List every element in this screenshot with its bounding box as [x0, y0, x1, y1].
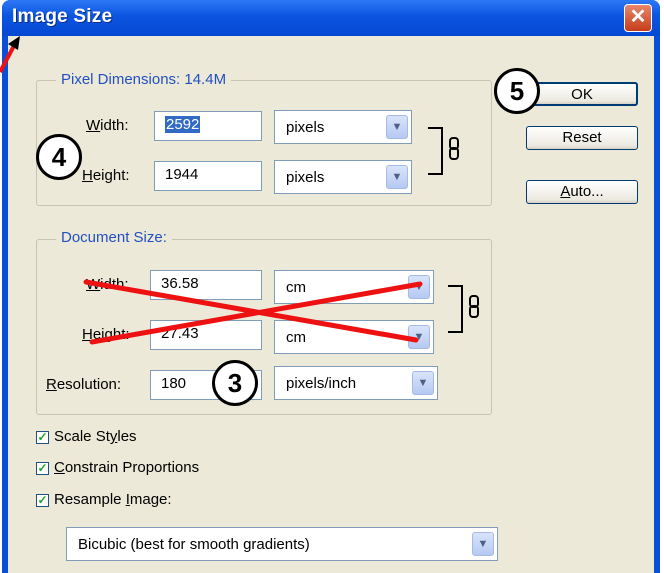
pixel-width-unit: pixels	[286, 119, 325, 136]
constrain-proportions-checkbox[interactable]: ✓	[36, 462, 49, 475]
resolution-unit: pixels/inch	[286, 375, 357, 392]
constrain-proportions-label[interactable]: Constrain Proportions	[54, 459, 199, 476]
dialog-title: Image Size	[12, 6, 113, 27]
chevron-down-icon[interactable]: ▼	[472, 532, 494, 556]
resolution-value: 180	[161, 375, 187, 392]
pixel-dimensions-group	[36, 80, 492, 206]
reset-button[interactable]: Reset	[526, 126, 638, 150]
pixel-width-unit-select[interactable]: pixels ▼	[274, 110, 412, 144]
scale-styles-checkbox[interactable]: ✓	[36, 431, 49, 444]
chain-link-icon	[448, 285, 479, 333]
annotation-badge-4: 4	[36, 134, 82, 180]
resolution-unit-select[interactable]: pixels/inch ▼	[274, 366, 438, 400]
annotation-arrow-icon	[0, 36, 20, 73]
auto-button[interactable]: Auto...	[526, 180, 638, 204]
scale-styles-label[interactable]: Scale Styles	[54, 428, 137, 445]
resample-image-label[interactable]: Resample Image:	[54, 491, 172, 508]
chevron-down-icon[interactable]: ▼	[412, 371, 434, 395]
pixel-width-label: Width:	[86, 117, 129, 134]
document-size-legend: Document Size:	[56, 229, 172, 246]
pixel-width-input[interactable]: 2592	[154, 111, 262, 141]
pixel-width-value: 2592	[165, 116, 201, 133]
resolution-label: Resolution:	[46, 376, 122, 393]
pixel-height-label: Height:	[82, 167, 130, 184]
annotation-badge-5: 5	[494, 68, 540, 114]
resample-image-checkbox[interactable]: ✓	[36, 494, 49, 507]
resample-method-select[interactable]: Bicubic (best for smooth gradients) ▼	[66, 527, 498, 561]
red-cross-annotation	[83, 279, 423, 345]
chevron-down-icon[interactable]: ▼	[386, 165, 408, 189]
annotation-badge-3: 3	[212, 360, 258, 406]
pixel-dimensions-legend: Pixel Dimensions: 14.4M	[56, 71, 232, 88]
pixel-height-value: 1944	[165, 166, 199, 183]
resample-method-value: Bicubic (best for smooth gradients)	[78, 536, 310, 553]
chevron-down-icon[interactable]: ▼	[386, 115, 408, 139]
pixel-height-unit: pixels	[286, 169, 325, 186]
close-button[interactable]: ✕	[624, 4, 652, 32]
chain-link-icon	[428, 127, 459, 175]
pixel-height-unit-select[interactable]: pixels ▼	[274, 160, 412, 194]
pixel-height-input[interactable]: 1944	[154, 161, 262, 191]
ok-button[interactable]: OK	[526, 82, 638, 106]
